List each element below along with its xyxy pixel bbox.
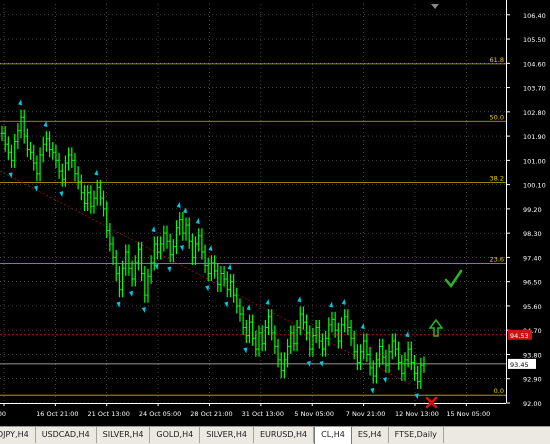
arrow-marker <box>246 304 251 311</box>
arrow-marker <box>265 298 270 305</box>
check-mark-icon <box>444 269 463 289</box>
price-axis-label: 103.70 <box>523 85 546 93</box>
chart-tabs-bar: DJPY,H4 USDCAD,H4 SILVER,H4 GOLD,H4 SILVER,H… <box>0 426 550 444</box>
time-axis-label: 5 Nov 05:00 <box>294 410 334 418</box>
arrow-marker <box>151 226 156 233</box>
time-axis-label: 16 Oct 21:00 <box>36 410 78 418</box>
trend-line <box>0 170 411 385</box>
price-axis-label: 96.50 <box>523 279 542 287</box>
arrow-marker <box>328 301 333 308</box>
price-axis-label: 104.60 <box>523 60 546 68</box>
arrow-marker <box>176 201 181 208</box>
price-axis-label: 101.00 <box>523 157 546 165</box>
time-axis-label: 31 Oct 13:00 <box>242 410 284 418</box>
price-axis-label: 93.80 <box>523 351 542 359</box>
arrow-marker <box>116 301 121 308</box>
cross-mark-icon <box>425 396 438 409</box>
arrow-marker <box>370 387 375 394</box>
price-axis-label: 97.40 <box>523 254 542 262</box>
arrow-marker <box>227 263 232 270</box>
tab-usdcad-h4[interactable]: USDCAD,H4 <box>36 427 97 443</box>
arrow-marker <box>341 298 346 305</box>
price-axis-label: 99.20 <box>523 206 542 214</box>
chart-canvas[interactable]: 106.40 105.50 104.60 103.70 102.80 101.90 101.… <box>0 0 550 426</box>
price-axis-label: 95.60 <box>523 303 542 311</box>
tab-silver-h4-2[interactable]: SILVER,H4 <box>200 427 254 443</box>
arrow-marker <box>33 185 38 192</box>
current-price-label: 93.45 <box>510 361 529 369</box>
fib-level-label: 50.0 <box>490 113 504 121</box>
arrow-marker <box>360 323 365 330</box>
arrow-marker <box>167 266 172 273</box>
tab-es-h4[interactable]: ES,H4 <box>352 427 389 443</box>
tab-djpy-h4[interactable]: DJPY,H4 <box>0 427 36 443</box>
price-chart[interactable]: 106.40 105.50 104.60 103.70 102.80 101.90 101.… <box>0 0 550 426</box>
tab-silver-h4[interactable]: SILVER,H4 <box>97 427 151 443</box>
fib-level-label: 38.2 <box>490 174 504 182</box>
price-axis-label: 105.50 <box>523 36 546 44</box>
arrow-marker <box>297 296 302 303</box>
price-axis-label: 102.80 <box>523 109 546 117</box>
tab-ftse-daily[interactable]: FTSE,Daily <box>389 427 444 443</box>
arrow-marker <box>382 377 387 384</box>
arrow-marker <box>18 99 23 106</box>
arrow-marker <box>43 120 48 127</box>
arrow-marker <box>141 306 146 313</box>
fib-level-label: 61.8 <box>490 56 504 64</box>
red-level-label: 94.53 <box>510 332 529 340</box>
tab-eurusd-h4[interactable]: EURUSD,H4 <box>254 427 315 443</box>
arrow-marker <box>59 191 64 198</box>
arrow-marker <box>94 169 99 176</box>
price-axis-label: 92.90 <box>523 376 542 384</box>
time-axis-label: 28 Oct 21:00 <box>190 410 232 418</box>
price-axis-label: 101.90 <box>523 133 546 141</box>
arrow-marker <box>243 347 248 354</box>
fib-level-label: 23.6 <box>490 255 504 263</box>
arrow-marker <box>224 301 229 308</box>
arrow-marker <box>179 244 184 251</box>
up-arrow-icon <box>428 318 444 337</box>
arrow-marker <box>205 285 210 292</box>
arrow-marker <box>129 290 134 297</box>
time-axis-label: 15 Nov 05:00 <box>446 410 490 418</box>
price-axis-label: 92.00 <box>523 400 542 408</box>
scroll-marker-icon <box>431 4 439 9</box>
arrow-marker <box>183 207 188 214</box>
price-axis-label: 106.40 <box>523 12 546 20</box>
price-axis-label: 98.30 <box>523 230 542 238</box>
price-axis-label: 100.10 <box>523 182 546 190</box>
tab-cl-h4[interactable]: CL,H4 <box>314 427 352 444</box>
time-axis-label: 15:00 <box>0 410 6 418</box>
time-axis-label: 7 Nov 21:00 <box>346 410 386 418</box>
time-axis-label: 24 Oct 05:00 <box>139 410 181 418</box>
arrow-marker <box>195 218 200 225</box>
time-axis-label: 21 Oct 13:00 <box>88 410 130 418</box>
arrow-marker <box>405 331 410 338</box>
time-axis-label: 12 Nov 13:00 <box>395 410 439 418</box>
fib-level-label: 0.0 <box>494 387 504 395</box>
trading-terminal: 106.40 105.50 104.60 103.70 102.80 101.90 101.… <box>0 0 550 444</box>
arrow-marker <box>208 244 213 251</box>
tab-gold-h4[interactable]: GOLD,H4 <box>150 427 201 443</box>
